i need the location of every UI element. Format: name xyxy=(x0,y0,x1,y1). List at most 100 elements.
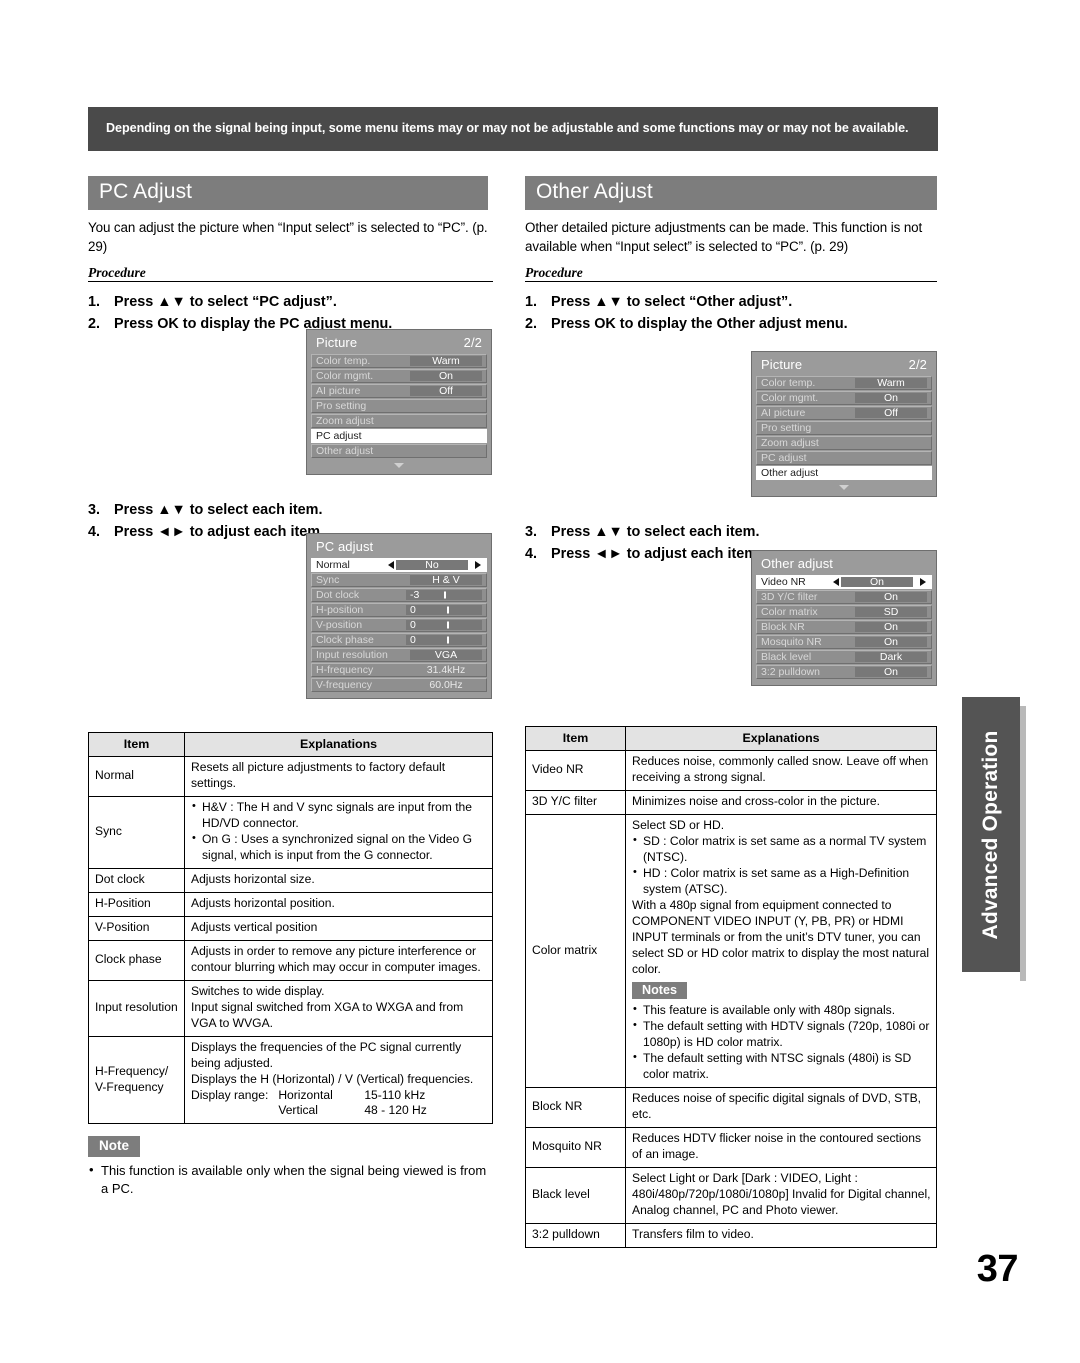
pc-procedure-label: Procedure xyxy=(88,265,493,283)
osd-row-color-mgmt[interactable]: Color mgmt. On xyxy=(756,391,932,405)
osd-row-label: Color temp. xyxy=(316,354,371,367)
step-number: 2. xyxy=(525,316,538,333)
notes-block: Notes This feature is available only wit… xyxy=(632,981,931,1083)
table-cell-explanation: Minimizes noise and cross-color in the p… xyxy=(625,790,937,816)
osd-row-value: Warm xyxy=(410,356,482,366)
step-item: 3. Press ▲▼ to select each item. xyxy=(88,500,493,522)
table-row: Dot clock Adjusts horizontal size. xyxy=(88,868,493,893)
slider-handle[interactable] xyxy=(444,591,446,599)
osd-row-label: Sync xyxy=(316,573,340,586)
osd-page-indicator: 2/2 xyxy=(908,357,927,372)
osd-scroll-down-indicator[interactable] xyxy=(311,459,487,469)
table-cell-item: Input resolution xyxy=(88,979,185,1037)
osd-row-ai-picture[interactable]: AI picture Off xyxy=(756,406,932,420)
osd-row-label: Other adjust xyxy=(316,444,374,457)
table-cell-explanation: Reduces HDTV flicker noise in the contou… xyxy=(625,1126,937,1168)
osd-row-black-level[interactable]: Black level Dark xyxy=(756,650,932,664)
osd-row-pro-setting[interactable]: Pro setting xyxy=(756,421,932,435)
osd-pc-adjust-menu[interactable]: PC adjust Normal No Sync H & V Dot clock… xyxy=(306,533,492,699)
table-row: Mosquito NR Reduces HDTV flicker noise i… xyxy=(525,1126,937,1168)
osd-row-color-temp[interactable]: Color temp. Warm xyxy=(756,376,932,390)
osd-row-zoom-adjust[interactable]: Zoom adjust xyxy=(756,436,932,450)
osd-row-h-frequency: H-frequency 31.4kHz xyxy=(311,663,487,677)
step-text: Press ◄► to adjust each item. xyxy=(114,524,325,541)
osd-picture-menu[interactable]: Picture 2/2 Color temp. Warm Color mgmt.… xyxy=(306,329,492,475)
arrow-right-icon[interactable] xyxy=(475,561,481,569)
osd-row-clock-phase[interactable]: Clock phase 0 xyxy=(311,633,487,647)
bullet-item: On G : Uses a synchronized signal on the… xyxy=(191,831,487,864)
slider-handle[interactable] xyxy=(447,621,449,629)
table-row: H-Frequency/ V-Frequency Displays the fr… xyxy=(88,1035,493,1125)
osd-row-32-pulldown[interactable]: 3:2 pulldown On xyxy=(756,665,932,679)
info-banner-text: Depending on the signal being input, som… xyxy=(106,121,909,135)
step-text: Press ▲▼ to select each item. xyxy=(114,502,323,519)
osd-row-value: Warm xyxy=(855,378,927,388)
step-text: Press OK to display the Other adjust men… xyxy=(551,316,848,333)
osd-row-value: On xyxy=(855,393,927,403)
arrow-left-icon[interactable] xyxy=(388,561,394,569)
osd-row-color-matrix[interactable]: Color matrix SD xyxy=(756,605,932,619)
osd-row-pro-setting[interactable]: Pro setting xyxy=(311,399,487,413)
osd-row-value: On xyxy=(841,577,913,587)
pc-adjust-intro: You can adjust the picture when “Input s… xyxy=(88,219,488,254)
osd-row-label: Dot clock xyxy=(316,588,360,601)
table-cell-explanation: Select SD or HD. SD : Color matrix is se… xyxy=(625,814,937,1088)
osd-row-value: Off xyxy=(410,386,482,396)
osd-row-pc-adjust[interactable]: PC adjust xyxy=(756,451,932,465)
osd-row-label: V-frequency xyxy=(316,678,373,691)
osd-row-mosquito-nr[interactable]: Mosquito NR On xyxy=(756,635,932,649)
osd-row-dot-clock[interactable]: Dot clock -3 xyxy=(311,588,487,602)
table-cell-item: Block NR xyxy=(525,1086,626,1128)
osd-row-color-mgmt[interactable]: Color mgmt. On xyxy=(311,369,487,383)
osd-row-label: Zoom adjust xyxy=(316,414,374,427)
osd-row-other-adjust[interactable]: Other adjust xyxy=(311,444,487,458)
table-cell-explanation: Switches to wide display. Input signal s… xyxy=(184,979,493,1037)
osd-row-h-position[interactable]: H-position 0 xyxy=(311,603,487,617)
page-number: 37 xyxy=(976,1248,1019,1290)
section-title-pc-adjust: PC Adjust xyxy=(88,176,488,210)
osd-header: PC adjust xyxy=(311,537,487,558)
osd-row-color-temp[interactable]: Color temp. Warm xyxy=(311,354,487,368)
osd-row-ai-picture[interactable]: AI picture Off xyxy=(311,384,487,398)
osd-title: Picture xyxy=(761,357,803,372)
osd-scroll-down-indicator[interactable] xyxy=(756,481,932,491)
note-item: The default setting with NTSC signals (4… xyxy=(632,1050,931,1083)
table-row: Color matrix Select SD or HD. SD : Color… xyxy=(525,814,937,1088)
osd-row-3d-yc-filter[interactable]: 3D Y/C filter On xyxy=(756,590,932,604)
slider-handle[interactable] xyxy=(447,606,449,614)
osd-row-other-adjust[interactable]: Other adjust xyxy=(756,466,932,480)
side-tab-advanced-operation: Advanced Operation xyxy=(962,697,1020,972)
range-axis: Vertical xyxy=(278,1103,318,1118)
step-text: Press ▲▼ to select “Other adjust”. xyxy=(551,294,793,311)
column-header-item: Item xyxy=(525,725,626,752)
osd-row-normal[interactable]: Normal No xyxy=(311,558,487,572)
osd-picture-menu[interactable]: Picture 2/2 Color temp. Warm Color mgmt.… xyxy=(751,351,937,497)
arrow-right-icon[interactable] xyxy=(920,578,926,586)
table-cell-explanation: Transfers film to video. xyxy=(625,1222,937,1248)
osd-row-video-nr[interactable]: Video NR On xyxy=(756,575,932,589)
osd-row-pc-adjust[interactable]: PC adjust xyxy=(311,429,487,443)
slider-handle[interactable] xyxy=(447,636,449,644)
osd-row-zoom-adjust[interactable]: Zoom adjust xyxy=(311,414,487,428)
osd-row-label: H-position xyxy=(316,603,364,616)
manual-page: Depending on the signal being input, som… xyxy=(0,0,1080,1363)
osd-row-label: H-frequency xyxy=(316,663,374,676)
osd-row-v-position[interactable]: V-position 0 xyxy=(311,618,487,632)
arrow-left-icon[interactable] xyxy=(833,578,839,586)
pc-adjust-table-wrap: Item Explanations Normal Resets all pict… xyxy=(88,731,493,1125)
osd-row-block-nr[interactable]: Block NR On xyxy=(756,620,932,634)
osd-row-value: 31.4kHz xyxy=(426,664,466,676)
osd-row-sync[interactable]: Sync H & V xyxy=(311,573,487,587)
osd-row-input-resolution[interactable]: Input resolution VGA xyxy=(311,648,487,662)
table-cell-item: Color matrix xyxy=(525,814,626,1088)
osd-row-v-frequency: V-frequency 60.0Hz xyxy=(311,678,487,692)
osd-row-value: On xyxy=(855,592,927,602)
osd-row-label: AI picture xyxy=(761,406,806,419)
bullet-item: HD : Color matrix is set same as a High-… xyxy=(632,865,931,898)
osd-row-label: Color matrix xyxy=(761,605,818,618)
table-cell-explanation: Adjusts horizontal size. xyxy=(184,868,493,893)
side-tab-label: Advanced Operation xyxy=(979,730,1002,939)
step-text: Press ▲▼ to select “PC adjust”. xyxy=(114,294,337,311)
osd-other-adjust-menu[interactable]: Other adjust Video NR On 3D Y/C filter O… xyxy=(751,550,937,686)
chevron-down-icon xyxy=(394,463,404,468)
